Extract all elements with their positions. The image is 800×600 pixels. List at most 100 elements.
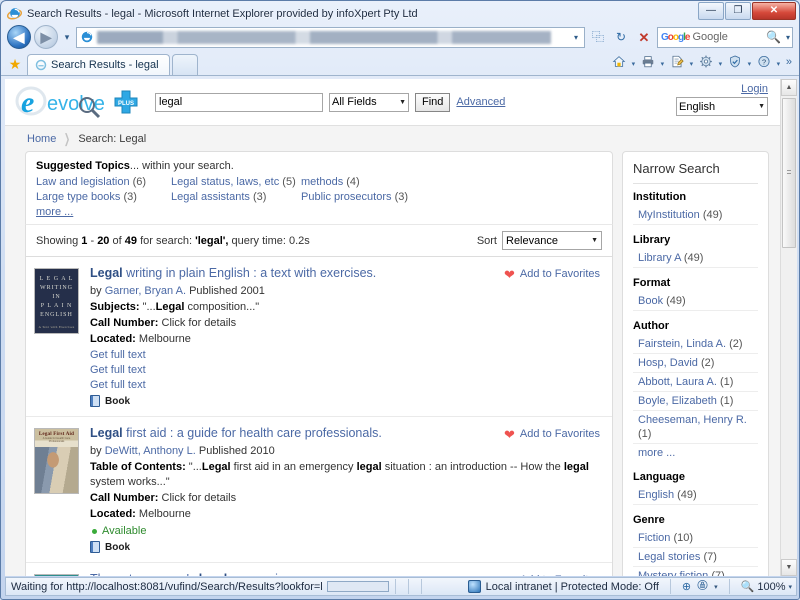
get-full-text-link[interactable]: Get full text [90, 348, 602, 363]
language-select[interactable]: English ▼ [676, 97, 768, 116]
by-label: by [90, 445, 102, 457]
topic-link[interactable]: Law and legislation [36, 176, 130, 188]
add-to-favorites-link[interactable]: ❤ Add to Favorites [504, 268, 600, 281]
search-provider-dropdown-icon[interactable]: ▾ [783, 33, 790, 42]
history-dropdown-icon[interactable]: ▾ [61, 32, 73, 43]
result-author-link[interactable]: Garner, Bryan A. [105, 285, 186, 297]
minimize-button[interactable]: — [698, 2, 724, 20]
privacy-report-icon[interactable]: ⊕ [682, 580, 691, 593]
field-value[interactable]: Click for details [158, 492, 237, 504]
scroll-up-button[interactable]: ▲ [781, 79, 797, 96]
find-button[interactable]: Find [415, 92, 451, 112]
favorites-star-icon[interactable]: ★ [5, 53, 25, 75]
compatibility-view-icon[interactable]: ⿻ [588, 27, 608, 48]
facet-link[interactable]: Fiction [638, 532, 670, 544]
book-cover[interactable]: L E G A L WRITING IN P L A I N ENGLISH A… [34, 266, 86, 407]
zoom-control[interactable]: 🔍 100% ▾ [741, 580, 792, 594]
progress-bar [326, 581, 389, 592]
facet-link[interactable]: Hosp, David [638, 357, 698, 369]
result-title-link[interactable]: Legal first aid : a guide for health car… [90, 426, 382, 441]
scroll-down-button[interactable]: ▼ [781, 559, 797, 576]
facet-link[interactable]: Library A [638, 252, 681, 264]
add-to-favorites-link[interactable]: ❤ Add to Favorites [504, 574, 600, 577]
sort-select[interactable]: Relevance ▼ [502, 231, 602, 250]
field-tail: situation : an introduction -- How the [381, 461, 564, 473]
result-title-highlight: Legal [90, 266, 123, 280]
facet-link[interactable]: Book [638, 295, 663, 307]
facet-group-genre: Genre Fiction (10) Legal stories (7) Mys… [633, 514, 758, 576]
back-button[interactable]: ◀ [7, 25, 31, 49]
advanced-search-link[interactable]: Advanced [456, 96, 505, 108]
facet-link[interactable]: Fairstein, Linda A. [638, 338, 726, 350]
divider [633, 183, 758, 184]
topic-link[interactable]: Legal assistants [171, 191, 250, 203]
zoom-icon[interactable]: 🔍 [741, 580, 755, 593]
security-dropdown-icon[interactable]: ▾ [714, 583, 718, 591]
book-cover[interactable]: Legal First Aid A Guide for Health Care … [34, 426, 86, 553]
facet-more-link[interactable]: more ... [638, 447, 675, 459]
security-lock-icon[interactable] [696, 579, 709, 594]
print-dropdown-icon[interactable]: ▾ [658, 60, 667, 68]
more-topics-link[interactable]: more ... [36, 206, 73, 218]
tools-dropdown-icon[interactable]: ▾ [716, 60, 725, 68]
facet-link[interactable]: Legal stories [638, 551, 700, 563]
facet-link[interactable]: Mystery fiction [638, 570, 708, 576]
stop-icon[interactable]: ✕ [634, 27, 654, 48]
home-dropdown-icon[interactable]: ▾ [629, 60, 638, 68]
get-full-text-link[interactable]: Get full text [90, 378, 602, 393]
breadcrumb-home-link[interactable]: Home [27, 133, 56, 145]
search-icon[interactable]: 🔍 [766, 30, 783, 44]
home-icon[interactable] [610, 54, 628, 73]
facet-link[interactable]: English [638, 489, 674, 501]
svg-text:e: e [21, 86, 34, 119]
facet-link[interactable]: MyInstitution [638, 209, 700, 221]
facet-link[interactable]: Cheeseman, Henry R. [638, 414, 747, 426]
add-to-favorites-link[interactable]: ❤ Add to Favorites [504, 426, 600, 442]
safety-dropdown-icon[interactable]: ▾ [745, 60, 754, 68]
search-field-select[interactable]: All Fields ▼ [329, 92, 409, 112]
page-viewport: e evolve PLUS legal All Fields ▼ Find Ad… [5, 79, 797, 576]
result-title-link[interactable]: The entrepreneur's legal companion. [90, 572, 295, 576]
browser-search-box[interactable]: Google Google 🔍 ▾ [657, 26, 793, 48]
facet-link[interactable]: Abbott, Laura A. [638, 376, 717, 388]
page-scrollbar[interactable]: ▲ ▼ [780, 79, 797, 576]
forward-button[interactable]: ▶ [34, 25, 58, 49]
new-tab-button[interactable] [171, 54, 198, 75]
status-separator [394, 579, 396, 594]
facet-link[interactable]: Boyle, Elizabeth [638, 395, 717, 407]
topic-link[interactable]: methods [301, 176, 343, 188]
result-title-pre: The entrepreneur's [90, 572, 199, 576]
search-input[interactable]: legal [155, 92, 323, 112]
cover-art: Legal First Aid A Guide for Health Care … [34, 428, 79, 494]
browser-tab[interactable]: Search Results - legal [27, 54, 170, 75]
page-dropdown-icon[interactable]: ▾ [687, 60, 696, 68]
tools-gear-icon[interactable] [697, 54, 715, 73]
result-author-link[interactable]: DeWitt, Anthony L. [105, 445, 196, 457]
help-icon[interactable]: ? [755, 54, 773, 73]
page-icon[interactable] [668, 54, 686, 73]
scrollbar-thumb[interactable] [782, 98, 796, 248]
book-cover[interactable]: The Entrepreneur's Legal Companion [34, 572, 86, 576]
facet-item: Legal stories (7) [633, 548, 758, 567]
browser-window: Search Results - legal - Microsoft Inter… [0, 0, 800, 600]
close-button[interactable]: ✕ [752, 2, 796, 20]
topic-link[interactable]: Legal status, laws, etc [171, 176, 279, 188]
topic-link[interactable]: Public prosecutors [301, 191, 392, 203]
address-bar[interactable]: ▾ [76, 26, 585, 48]
browser-search-input[interactable]: Google [692, 31, 766, 43]
zoom-dropdown-icon[interactable]: ▾ [788, 583, 792, 591]
evolve-plus-logo[interactable]: e evolve PLUS [15, 85, 143, 119]
get-full-text-link[interactable]: Get full text [90, 363, 602, 378]
heart-icon: ❤ [504, 426, 515, 442]
login-link[interactable]: Login [676, 83, 768, 95]
toolbar-overflow-icon[interactable]: » [784, 56, 795, 72]
result-title-link[interactable]: Legal writing in plain English : a text … [90, 266, 376, 281]
print-icon[interactable] [639, 54, 657, 73]
topic-link[interactable]: Large type books [36, 191, 120, 203]
maximize-button[interactable]: ❐ [725, 2, 751, 20]
field-value[interactable]: Click for details [158, 317, 237, 329]
refresh-icon[interactable]: ↻ [611, 27, 631, 48]
address-dropdown-icon[interactable]: ▾ [570, 33, 582, 42]
help-dropdown-icon[interactable]: ▾ [774, 60, 783, 68]
safety-shield-icon[interactable] [726, 54, 744, 73]
